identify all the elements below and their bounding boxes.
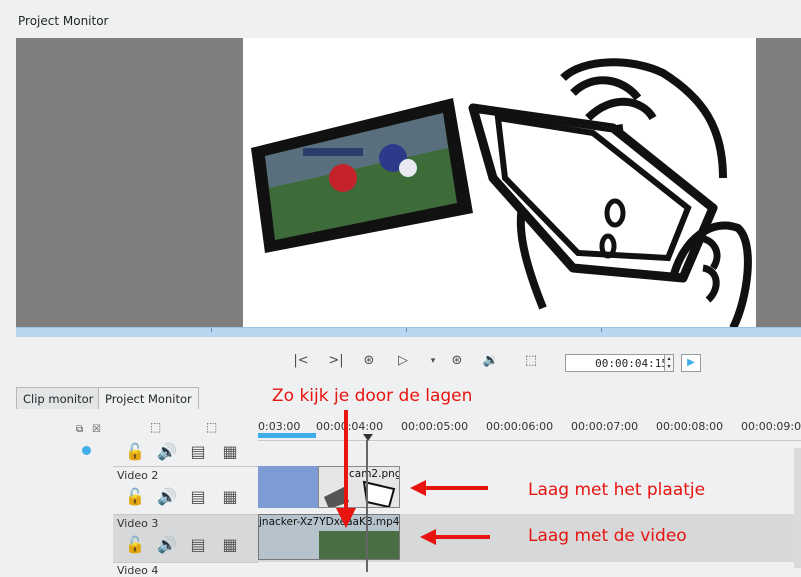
scrollbar[interactable]	[794, 448, 801, 568]
track-header-video-3[interactable]: Video 3 🔓 🔊 ▤ ▦	[113, 514, 258, 562]
dropdown-icon[interactable]: ▾	[424, 352, 442, 370]
track-header-audio[interactable]: 🔓 🔊 ▤ ▦	[113, 440, 258, 464]
film-icon[interactable]: ▤	[189, 442, 207, 461]
tab-clip-monitor[interactable]: Clip monitor	[16, 387, 101, 409]
annotation-video-layer: Laag met de video	[528, 526, 687, 546]
ruler-tick-label: 00:00:07:00	[571, 420, 639, 433]
track-name: Video 3	[117, 517, 159, 530]
playback-mode-button[interactable]: ▶	[681, 354, 701, 372]
info-icon	[82, 446, 91, 455]
audio-icon[interactable]: 🔊	[157, 487, 177, 506]
monitor-canvas	[243, 38, 756, 328]
clip-thumbnail	[319, 531, 399, 559]
audio-icon[interactable]: 🔊	[157, 535, 177, 554]
annotation-arrow-down	[336, 410, 356, 528]
volume-icon[interactable]: 🔉	[482, 352, 500, 370]
timecode-input[interactable]: 00:00:04:15	[565, 354, 673, 372]
lock-icon[interactable]: 🔓	[125, 535, 145, 554]
composite-icon[interactable]: ▦	[221, 535, 239, 554]
ruler-tick-label: 00:00:09:0	[741, 420, 801, 433]
ruler-tick-label: 00:00:08:00	[656, 420, 724, 433]
monitor-ruler[interactable]	[16, 327, 801, 337]
annotation-top: Zo kijk je door de lagen	[272, 386, 473, 406]
composite-icon[interactable]: ▦	[221, 487, 239, 506]
panel-title: Project Monitor	[18, 14, 109, 28]
fit-zone-icon[interactable]: ⬚	[522, 352, 540, 370]
ruler-tick-label: 00:00:06:00	[486, 420, 554, 433]
lock-icon[interactable]: 🔓	[125, 487, 145, 506]
audio-icon[interactable]: 🔊	[157, 442, 177, 461]
tab-project-monitor[interactable]: Project Monitor	[98, 387, 199, 409]
forward-icon[interactable]: ⊛	[448, 352, 466, 370]
track-settings-icon[interactable]: ⧉	[76, 424, 83, 435]
ruler-tick-label: 0:03:00	[258, 420, 301, 433]
annotation-arrow-left	[420, 529, 490, 545]
zone-bar[interactable]	[258, 433, 316, 438]
split-audio-icon[interactable]: ⬚	[150, 420, 161, 434]
film-icon[interactable]: ▤	[189, 487, 207, 506]
film-icon[interactable]: ▤	[189, 535, 207, 554]
track-name: Video 2	[117, 469, 159, 482]
ruler-tick-label: 00:00:05:00	[401, 420, 469, 433]
composite-icon[interactable]: ▦	[221, 442, 239, 461]
camera-illustration	[251, 58, 752, 328]
track-name: Video 4	[117, 564, 159, 577]
annotation-arrow-left	[410, 480, 488, 496]
close-icon[interactable]: ☒	[92, 424, 101, 435]
skip-to-end-icon[interactable]: >|	[327, 352, 345, 370]
annotation-image-layer: Laag met het plaatje	[528, 480, 706, 500]
timecode-spinner[interactable]: ▴ ▾	[664, 354, 674, 372]
skip-to-start-icon[interactable]: |<	[292, 352, 310, 370]
track-header-video-2[interactable]: Video 2 🔓 🔊 ▤ ▦	[113, 466, 258, 514]
insert-track-icon[interactable]: ⬚	[206, 420, 217, 434]
empty-clip[interactable]	[258, 466, 318, 508]
rewind-icon[interactable]: ⊛	[360, 352, 378, 370]
play-icon[interactable]: ▷	[394, 352, 412, 370]
lock-icon[interactable]: 🔓	[125, 442, 145, 461]
track-header-video-4[interactable]: Video 4	[113, 562, 258, 577]
